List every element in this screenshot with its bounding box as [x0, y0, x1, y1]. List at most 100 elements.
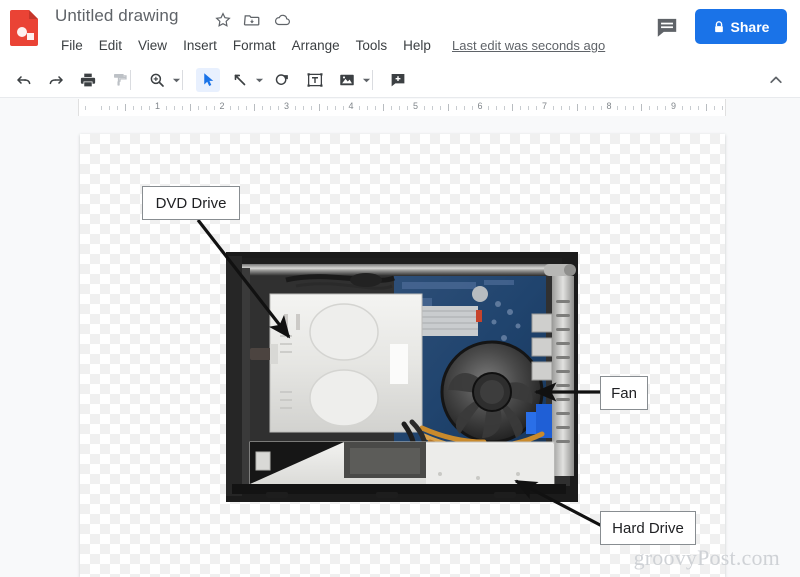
drawing-canvas[interactable]: DVD Drive Fan Hard Drive [80, 134, 725, 577]
print-button[interactable] [76, 68, 100, 92]
ruler-tick [625, 106, 627, 110]
ruler-tick [520, 106, 522, 110]
ruler-number: 3 [283, 101, 290, 111]
toolbar-separator [130, 70, 131, 90]
ruler-tick [342, 106, 344, 110]
ruler-tick [399, 106, 401, 110]
star-icon[interactable] [214, 11, 232, 29]
line-tool-button[interactable] [228, 68, 252, 92]
horizontal-ruler[interactable]: 1 2 3 4 5 6 7 8 9 [78, 99, 726, 116]
ruler-number: 4 [348, 101, 354, 111]
arrow-to-dvd-drive [196, 219, 291, 339]
ruler-tick [302, 106, 304, 110]
lock-icon [713, 20, 725, 34]
ruler-tick [246, 106, 248, 110]
ruler-tick [125, 104, 127, 111]
redo-button[interactable] [44, 68, 68, 92]
collapse-toolbar-button[interactable] [764, 68, 788, 92]
ruler-tick [278, 106, 280, 110]
text-box-button[interactable] [303, 68, 327, 92]
ruler-tick [230, 106, 232, 110]
menu-insert[interactable]: Insert [175, 36, 225, 55]
ruler-tick [576, 104, 578, 111]
ruler-tick [705, 104, 707, 111]
ruler-tick [181, 106, 183, 110]
ruler-strip: 1 2 3 4 5 6 7 8 9 [0, 98, 800, 118]
ruler-tick [721, 106, 723, 110]
ruler-tick [504, 106, 506, 110]
paint-format-button[interactable] [108, 68, 132, 92]
ruler-tick [359, 106, 361, 110]
ruler-tick [84, 106, 86, 110]
image-dropdown-caret[interactable] [360, 68, 372, 92]
zoom-dropdown-caret[interactable] [170, 68, 182, 92]
ruler-number: 2 [219, 101, 225, 111]
menu-arrange[interactable]: Arrange [284, 36, 348, 55]
ruler-tick [326, 106, 328, 110]
select-tool-button[interactable] [196, 68, 220, 92]
ruler-tick [109, 106, 111, 110]
ruler-number: 9 [670, 101, 677, 111]
ruler-tick [133, 106, 135, 110]
ruler-tick [375, 106, 377, 110]
paint-roller-icon [114, 74, 127, 86]
google-drawings-logo [10, 8, 40, 46]
menu-bar: File Edit View Insert Format Arrange Too… [53, 36, 439, 55]
menu-edit[interactable]: Edit [91, 36, 130, 55]
ruler-tick [463, 106, 465, 110]
move-to-folder-icon[interactable] [243, 11, 261, 29]
cloud-saved-icon[interactable] [273, 11, 291, 29]
menu-format[interactable]: Format [225, 36, 284, 55]
printer-icon [80, 73, 96, 87]
line-icon [234, 74, 246, 86]
ruler-tick [367, 106, 369, 110]
ruler-tick [238, 106, 240, 110]
callout-hard-drive-label: Hard Drive [612, 519, 684, 537]
document-title[interactable]: Untitled drawing [55, 6, 179, 26]
callout-dvd-drive[interactable]: DVD Drive [142, 186, 240, 220]
text-box-icon [307, 73, 323, 87]
share-button[interactable]: Share [695, 9, 787, 44]
menu-view[interactable]: View [130, 36, 175, 55]
undo-button[interactable] [12, 68, 36, 92]
ruler-tick [697, 106, 699, 110]
menu-tools[interactable]: Tools [348, 36, 396, 55]
ruler-number: 6 [477, 101, 483, 111]
ruler-tick [270, 106, 272, 110]
app-header: Untitled drawing File Edit View Insert F… [0, 0, 800, 60]
menu-file[interactable]: File [53, 36, 91, 55]
ruler-tick [197, 106, 199, 110]
ruler-tick [713, 106, 715, 110]
ruler-tick [665, 106, 667, 110]
zoom-button[interactable] [145, 68, 169, 92]
line-dropdown-caret[interactable] [253, 68, 265, 92]
shape-tool-button[interactable] [271, 68, 295, 92]
ruler-tick [213, 106, 215, 110]
chevron-down-icon [255, 78, 263, 82]
ruler-tick [560, 106, 562, 110]
ruler-tick [552, 106, 554, 110]
image-button[interactable] [335, 68, 359, 92]
shape-icon [275, 74, 288, 85]
redo-arrow-icon [49, 76, 63, 85]
ruler-tick [310, 106, 312, 110]
menu-help[interactable]: Help [395, 36, 439, 55]
comment-icon[interactable] [654, 14, 680, 40]
ruler-tick [488, 106, 490, 110]
callout-fan[interactable]: Fan [600, 376, 648, 410]
ruler-tick [641, 104, 643, 111]
ruler-tick [334, 106, 336, 110]
ruler-number: 1 [154, 101, 161, 111]
last-edit-status[interactable]: Last edit was seconds ago [452, 38, 605, 53]
ruler-tick [455, 106, 457, 110]
ruler-tick [536, 106, 538, 110]
ruler-tick [391, 106, 393, 110]
ruler-tick [262, 106, 264, 110]
cursor-arrow-icon [204, 73, 214, 86]
ruler-tick [141, 106, 143, 110]
comment-add-button[interactable] [386, 68, 410, 92]
ruler-tick [512, 104, 514, 111]
ruler-number: 7 [541, 101, 548, 111]
callout-hard-drive[interactable]: Hard Drive [600, 511, 696, 545]
image-icon [340, 74, 354, 86]
